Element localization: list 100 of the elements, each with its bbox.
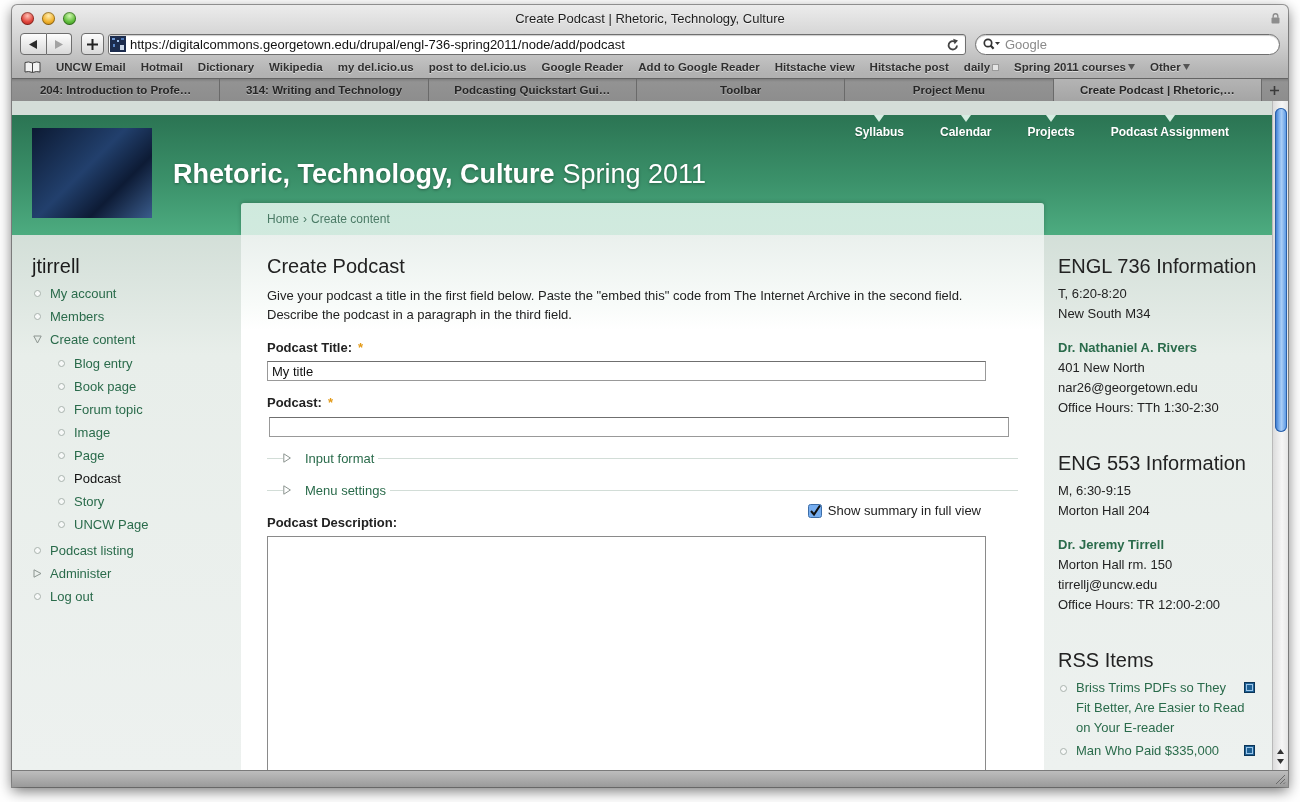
- bookmark-link[interactable]: Hotmail: [140, 61, 183, 73]
- square-tile-icon[interactable]: [1244, 682, 1255, 693]
- scrollbar-thumb[interactable]: [1274, 108, 1287, 432]
- bullet-icon: [1060, 684, 1067, 692]
- info-text: New South M34: [1058, 305, 1151, 323]
- info-text: Office Hours: TTh 1:30-2:30: [1058, 399, 1219, 417]
- info-text: tirrellj@uncw.edu: [1058, 576, 1158, 594]
- site-title: Rhetoric, Technology, Culture: [173, 159, 555, 189]
- page-title: Create Podcast: [267, 255, 405, 277]
- fieldset-legend[interactable]: Menu settings: [283, 482, 390, 498]
- user-name: jtirrell: [32, 255, 80, 277]
- down-triangle-icon[interactable]: [1277, 759, 1284, 764]
- menu-link[interactable]: Blog entry: [56, 351, 133, 375]
- menu-link[interactable]: UNCW Page: [56, 512, 149, 536]
- nav-link[interactable]: Calendar: [940, 115, 992, 139]
- lock-icon: [1271, 13, 1280, 24]
- field-label: Podcast Description:: [267, 515, 398, 531]
- add-bookmark-button[interactable]: [81, 33, 104, 55]
- nav-link[interactable]: Podcast Assignment: [1110, 115, 1229, 139]
- menu-link[interactable]: My account: [32, 281, 117, 305]
- info-text: Office Hours: TR 12:00-2:00: [1058, 596, 1221, 614]
- breadcrumb-link[interactable]: Create content: [311, 212, 390, 226]
- bullet-icon: [58, 359, 65, 367]
- bookmark-link[interactable]: daily: [963, 61, 1000, 73]
- forward-button[interactable]: [46, 33, 72, 55]
- reload-icon[interactable]: [947, 37, 959, 51]
- field-label: Podcast:: [267, 395, 322, 411]
- nav-link[interactable]: Syllabus: [854, 115, 905, 139]
- checkbox-label: Show summary in full view: [827, 503, 981, 519]
- nav-link[interactable]: Projects: [1027, 115, 1075, 139]
- info-text: Morton Hall rm. 150: [1058, 556, 1173, 574]
- menu-link[interactable]: Create content: [32, 327, 136, 351]
- info-text: Morton Hall 204: [1058, 502, 1150, 520]
- menu-link[interactable]: Administer: [32, 561, 112, 585]
- bullet-icon: [58, 474, 65, 482]
- menu-link[interactable]: Podcast: [56, 466, 121, 490]
- rss-link[interactable]: Man Who Paid $335,000: [1076, 741, 1255, 761]
- zoom-button[interactable]: [63, 12, 76, 25]
- fieldset-legend[interactable]: Input format: [283, 450, 379, 466]
- bullet-icon: [58, 497, 65, 505]
- browser-tab[interactable]: Create Podcast | Rhetoric,…: [1053, 79, 1262, 101]
- menu-link[interactable]: Log out: [32, 584, 94, 608]
- checkbox[interactable]: [807, 504, 822, 518]
- bookmark-link[interactable]: UNCW Email: [56, 61, 126, 73]
- menu-link[interactable]: Podcast listing: [32, 538, 134, 562]
- bookmark-link[interactable]: Spring 2011 courses: [1014, 61, 1135, 73]
- breadcrumb-link[interactable]: Home: [267, 212, 299, 226]
- search-icon[interactable]: [983, 38, 1000, 50]
- up-triangle-icon[interactable]: [1277, 749, 1284, 754]
- minimize-button[interactable]: [42, 12, 55, 25]
- block-heading: ENG 553 Information: [1058, 452, 1246, 474]
- instructor-name: Dr. Nathaniel A. Rivers: [1058, 339, 1197, 357]
- bookmark-link[interactable]: Add to Google Reader: [638, 61, 760, 73]
- block-heading: RSS Items: [1058, 649, 1154, 671]
- text-field[interactable]: My title: [267, 361, 986, 381]
- bullet-icon: [58, 405, 65, 413]
- square-tile-icon[interactable]: [1244, 745, 1255, 756]
- info-text: nar26@georgetown.edu: [1058, 379, 1198, 397]
- bookmark-link[interactable]: my del.icio.us: [337, 61, 414, 73]
- menu-link[interactable]: Members: [32, 304, 105, 328]
- menu-link[interactable]: Book page: [56, 374, 137, 398]
- bullet-icon: [34, 289, 41, 297]
- text-field[interactable]: [269, 417, 1009, 437]
- plus-icon: [1270, 85, 1280, 95]
- caret-icon: [1046, 115, 1057, 122]
- bullet-icon: [1060, 747, 1067, 755]
- bookmark-link[interactable]: Wikipedia: [269, 61, 323, 73]
- info-text: M, 6:30-9:15: [1058, 482, 1131, 500]
- bookmark-link[interactable]: Hitstache view: [774, 61, 855, 73]
- bookmark-link[interactable]: Google Reader: [541, 61, 624, 73]
- caret-icon: [1127, 64, 1135, 70]
- search-field[interactable]: Google: [975, 33, 1280, 55]
- rss-link[interactable]: Briss Trims PDFs so They Fit Better, Are Easier to Read on Your E-reader: [1076, 678, 1255, 738]
- caret-icon: [874, 115, 885, 122]
- bookmark-link[interactable]: Dictionary: [197, 61, 255, 73]
- menu-link[interactable]: Image: [56, 420, 111, 444]
- info-text: 401 New North: [1058, 359, 1145, 377]
- resize-grip-icon[interactable]: [1275, 774, 1286, 785]
- bookmark-link[interactable]: Hitstache post: [869, 61, 949, 73]
- book-icon[interactable]: [24, 61, 41, 73]
- bookmark-link[interactable]: post to del.icio.us: [428, 61, 527, 73]
- bookmark-link[interactable]: Other: [1149, 61, 1190, 73]
- block-heading: ENGL 736 Information: [1058, 255, 1257, 277]
- close-button[interactable]: [21, 12, 34, 25]
- instructor-name: Dr. Jeremy Tirrell: [1058, 536, 1164, 554]
- back-button[interactable]: [20, 33, 47, 55]
- plus-icon: [87, 38, 98, 50]
- bullet-icon: [58, 382, 65, 390]
- menu-link[interactable]: Forum topic: [56, 397, 143, 421]
- required-mark: *: [358, 340, 364, 356]
- breadcrumb-separator: ›: [303, 212, 307, 226]
- caret-icon: [960, 115, 971, 122]
- bullet-icon: [34, 592, 41, 600]
- caret-icon: [1182, 64, 1190, 70]
- window-title: Create Podcast | Rhetoric, Technology, Culture: [515, 11, 785, 26]
- scrollbar-track[interactable]: [1272, 101, 1288, 770]
- menu-link[interactable]: Story: [56, 489, 105, 513]
- menu-link[interactable]: Page: [56, 443, 105, 467]
- bullet-icon: [34, 312, 41, 320]
- address-field[interactable]: https://digitalcommons.georgetown.edu/drupal/engl-736-spring2011/node/add/podcast: [108, 33, 966, 55]
